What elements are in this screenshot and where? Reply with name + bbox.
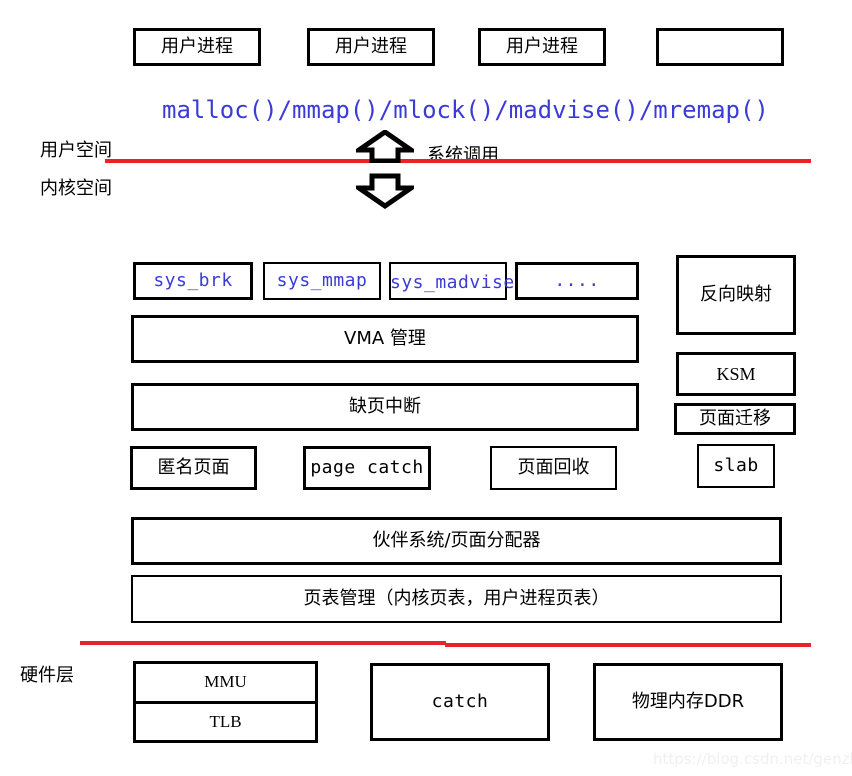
page-reclaim-label: 页面回收 xyxy=(517,457,590,478)
syscall-label-sys-brk: sys_brk xyxy=(153,270,233,291)
buddy-allocator-label: 伙伴系统/页面分配器 xyxy=(372,530,541,551)
user-process-box-4 xyxy=(656,28,784,66)
hardware-layer-label: 硬件层 xyxy=(20,665,74,686)
page-table-box: 页表管理（内核页表，用户进程页表） xyxy=(131,575,782,623)
user-process-label-3: 用户进程 xyxy=(506,36,578,57)
user-process-box-2: 用户进程 xyxy=(307,28,435,66)
user-process-box-3: 用户进程 xyxy=(478,28,606,66)
memory-api-line: malloc()/mmap()/mlock()/madvise()/mremap… xyxy=(162,96,769,124)
vma-management-label: VMA 管理 xyxy=(344,328,426,349)
tlb-label: TLB xyxy=(209,711,242,731)
page-fault-box: 缺页中断 xyxy=(131,383,639,431)
cache-box: catch xyxy=(370,663,550,741)
syscall-box-more: .... xyxy=(515,262,639,300)
hardware-divider-line-right xyxy=(445,643,811,647)
mmu-tlb-box: MMU TLB xyxy=(133,661,318,743)
physical-memory-label: 物理内存DDR xyxy=(631,691,745,712)
page-reclaim-box: 页面回收 xyxy=(490,446,617,490)
syscall-box-sys-mmap: sys_mmap xyxy=(263,262,381,300)
hardware-divider-line-left xyxy=(80,641,446,645)
user-process-box-1: 用户进程 xyxy=(133,28,261,66)
page-table-label: 页表管理（内核页表，用户进程页表） xyxy=(303,588,610,609)
vma-management-box: VMA 管理 xyxy=(131,315,639,363)
mmu-label: MMU xyxy=(204,672,247,692)
page-cache-box: page catch xyxy=(303,446,431,490)
syscall-label-sys-madvise: sys_madvise xyxy=(390,272,515,293)
user-kernel-divider-line xyxy=(105,159,811,163)
user-process-label-2: 用户进程 xyxy=(335,36,407,57)
ksm-box: KSM xyxy=(676,352,796,396)
syscall-box-sys-brk: sys_brk xyxy=(133,262,253,300)
tlb-cell: TLB xyxy=(136,704,315,741)
page-cache-label: page catch xyxy=(310,457,424,478)
cache-label: catch xyxy=(431,691,489,712)
arrow-up-icon xyxy=(356,130,414,163)
reverse-mapping-label: 反向映射 xyxy=(700,284,772,305)
page-migration-box: 页面迁移 xyxy=(674,403,796,435)
buddy-allocator-box: 伙伴系统/页面分配器 xyxy=(131,517,782,565)
csdn-watermark: https://blog.csdn.net/genzld xyxy=(653,750,852,768)
diagram-canvas: 用户进程 用户进程 用户进程 malloc()/mmap()/mlock()/m… xyxy=(0,0,852,776)
slab-box: slab xyxy=(697,444,775,488)
ksm-label: KSM xyxy=(716,364,756,384)
anonymous-page-box: 匿名页面 xyxy=(130,446,257,490)
page-fault-label: 缺页中断 xyxy=(349,396,421,417)
reverse-mapping-box: 反向映射 xyxy=(676,255,796,335)
physical-memory-box: 物理内存DDR xyxy=(593,663,783,741)
anonymous-page-label: 匿名页面 xyxy=(157,457,230,478)
arrow-down-icon xyxy=(356,173,414,209)
user-space-label: 用户空间 xyxy=(40,140,112,161)
mmu-cell: MMU xyxy=(136,664,315,704)
memory-api-text: malloc()/mmap()/mlock()/madvise()/mremap… xyxy=(162,96,769,124)
syscall-label-sys-mmap: sys_mmap xyxy=(276,270,368,291)
slab-label: slab xyxy=(713,455,759,476)
page-migration-label: 页面迁移 xyxy=(699,408,771,429)
syscall-label-more: .... xyxy=(554,270,600,291)
kernel-space-label: 内核空间 xyxy=(40,178,112,199)
user-process-label-1: 用户进程 xyxy=(161,36,233,57)
